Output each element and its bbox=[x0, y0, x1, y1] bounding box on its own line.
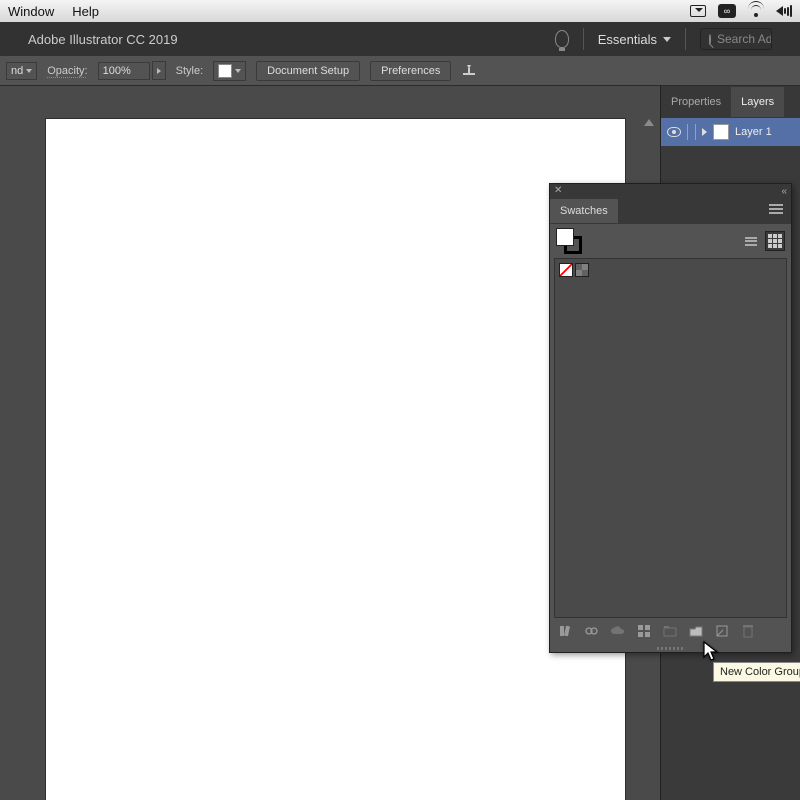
search-icon bbox=[709, 34, 711, 45]
lock-column[interactable] bbox=[687, 124, 696, 140]
creative-cloud-icon[interactable]: ∞ bbox=[718, 4, 736, 18]
swatch-none[interactable] bbox=[559, 263, 573, 277]
opacity-label[interactable]: Opacity: bbox=[47, 65, 87, 77]
swatches-panel: ✕ « Swatches bbox=[549, 183, 792, 653]
ruler-area bbox=[0, 86, 660, 119]
tab-layers[interactable]: Layers bbox=[731, 87, 784, 117]
close-icon[interactable]: ✕ bbox=[554, 186, 562, 196]
divider bbox=[583, 28, 584, 50]
artboard[interactable] bbox=[46, 119, 625, 800]
wifi-icon[interactable] bbox=[748, 5, 764, 17]
fill-swatch[interactable] bbox=[556, 228, 574, 246]
swatches-list[interactable] bbox=[554, 258, 787, 618]
swatches-tab[interactable]: Swatches bbox=[550, 199, 618, 223]
app-title: Adobe Illustrator CC 2019 bbox=[28, 32, 178, 47]
show-swatch-kinds-icon[interactable] bbox=[584, 623, 600, 639]
search-stock[interactable]: Search Adobe Stock bbox=[700, 28, 772, 50]
blend-mode-select[interactable]: nd bbox=[6, 62, 37, 80]
workspace-label: Essentials bbox=[598, 32, 657, 47]
panel-menu-icon[interactable] bbox=[761, 202, 791, 221]
panel-header[interactable]: ✕ « bbox=[550, 184, 791, 198]
scroll-up-icon[interactable] bbox=[644, 119, 654, 126]
volume-icon[interactable] bbox=[776, 5, 792, 17]
app-titlebar: Adobe Illustrator CC 2019 Essentials Sea… bbox=[0, 22, 800, 56]
opacity-stepper[interactable] bbox=[152, 61, 166, 80]
swatch-libraries-icon[interactable] bbox=[558, 623, 574, 639]
workspace-switcher[interactable]: Essentials bbox=[598, 32, 671, 47]
discover-icon[interactable] bbox=[555, 30, 569, 48]
disclosure-icon[interactable] bbox=[702, 128, 707, 136]
menu-help[interactable]: Help bbox=[72, 4, 99, 19]
resize-grip[interactable] bbox=[550, 644, 791, 652]
layer-row[interactable]: Layer 1 bbox=[661, 118, 800, 146]
os-menubar: Window Help ∞ bbox=[0, 0, 800, 22]
fill-stroke-indicator[interactable] bbox=[556, 228, 582, 254]
preferences-button[interactable]: Preferences bbox=[370, 61, 451, 81]
swatches-toolbar bbox=[550, 224, 791, 258]
list-view-button[interactable] bbox=[741, 231, 761, 251]
chevron-down-icon bbox=[663, 37, 671, 42]
control-bar: nd Opacity: Style: Document Setup Prefer… bbox=[0, 56, 800, 86]
cloud-icon bbox=[610, 623, 626, 639]
new-swatch-icon[interactable] bbox=[714, 623, 730, 639]
layer-name[interactable]: Layer 1 bbox=[735, 126, 772, 138]
delete-swatch-icon bbox=[740, 623, 756, 639]
document-setup-button[interactable]: Document Setup bbox=[256, 61, 360, 81]
chevron-down-icon bbox=[26, 69, 32, 73]
collapse-icon[interactable]: « bbox=[781, 186, 787, 197]
opacity-input[interactable] bbox=[98, 62, 150, 80]
style-label: Style: bbox=[176, 65, 204, 77]
layer-thumbnail bbox=[713, 124, 729, 140]
style-swatch bbox=[218, 64, 232, 78]
visibility-toggle-icon[interactable] bbox=[667, 125, 681, 139]
divider bbox=[685, 28, 686, 50]
swatch-registration[interactable] bbox=[575, 263, 589, 277]
new-color-group-icon[interactable] bbox=[688, 623, 704, 639]
screen-record-icon[interactable] bbox=[690, 5, 706, 17]
new-group-icon bbox=[662, 623, 678, 639]
swatch-options-icon[interactable] bbox=[636, 623, 652, 639]
search-placeholder: Search Adobe Stock bbox=[717, 32, 772, 46]
chevron-down-icon bbox=[235, 69, 241, 73]
panel-tabs: Properties Layers bbox=[661, 86, 800, 118]
menu-window[interactable]: Window bbox=[8, 4, 54, 19]
thumbnail-view-button[interactable] bbox=[765, 231, 785, 251]
graphic-style-select[interactable] bbox=[213, 61, 246, 81]
tab-properties[interactable]: Properties bbox=[661, 87, 731, 117]
tooltip: New Color Group bbox=[713, 662, 800, 682]
swatches-footer bbox=[550, 618, 791, 644]
align-options[interactable] bbox=[461, 63, 480, 79]
